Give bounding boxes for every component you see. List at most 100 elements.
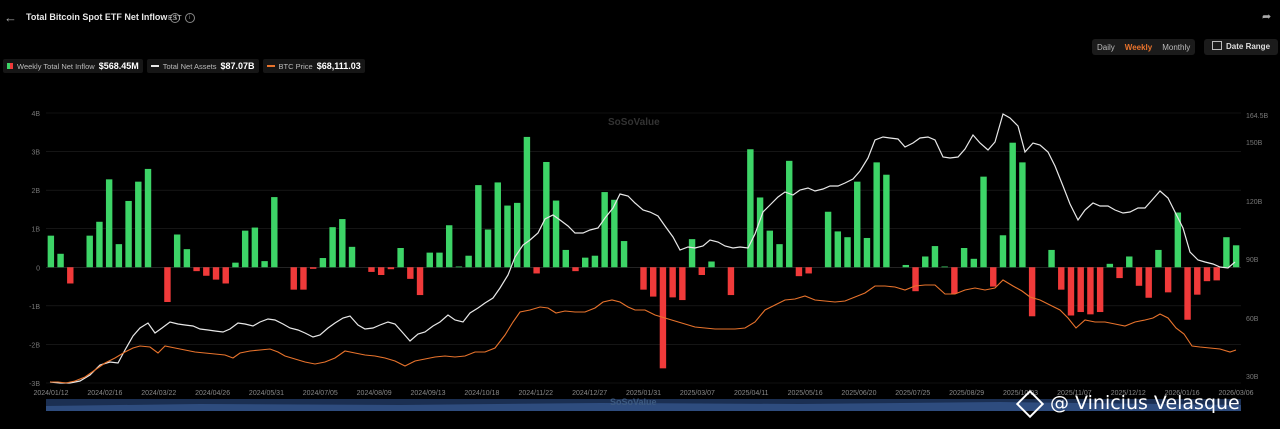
legend-item-assets[interactable]: Total Net Assets $87.07B: [146, 59, 259, 73]
x-tick-label: 2024/09/13: [411, 390, 446, 397]
bar: [300, 267, 307, 290]
bar: [601, 192, 608, 268]
share-icon[interactable]: ➦: [1262, 10, 1271, 23]
y-tick-label: 3B: [31, 150, 40, 157]
y-tick-label: 2B: [31, 188, 40, 195]
bar: [805, 267, 812, 274]
bar: [960, 248, 968, 268]
bar: [212, 267, 220, 280]
bar: [96, 221, 103, 268]
page-title: Total Bitcoin Spot ETF Net Inflow i: [26, 12, 181, 23]
bar: [86, 235, 93, 268]
bar: [67, 267, 74, 284]
bar: [552, 200, 560, 268]
legend-item-inflow[interactable]: Weekly Total Net Inflow $568.45M: [3, 59, 143, 73]
period-daily[interactable]: Daily: [1092, 43, 1120, 52]
bar: [251, 227, 259, 268]
period-monthly[interactable]: Monthly: [1157, 43, 1195, 52]
x-tick-label: 2024/01/12: [33, 390, 68, 397]
bar: [494, 182, 501, 268]
bar: [533, 267, 540, 274]
timezone-label[interactable]: EST i: [168, 13, 195, 23]
bar: [776, 244, 783, 268]
bar: [445, 225, 453, 268]
bar: [1232, 245, 1240, 268]
x-tick-label: 2025/06/20: [841, 390, 876, 397]
legend-item-price[interactable]: BTC Price $68,111.03: [262, 59, 365, 73]
bar: [1135, 267, 1143, 286]
x-tick-label: 2024/03/22: [141, 390, 176, 397]
y-tick-label: 1B: [31, 227, 40, 234]
period-selector: Daily Weekly Monthly: [1092, 39, 1196, 55]
bar: [854, 181, 861, 268]
bar: [1106, 263, 1114, 268]
bar: [951, 267, 958, 294]
header-bar: ← Total Bitcoin Spot ETF Net Inflow i EST…: [0, 0, 1280, 36]
bar: [747, 149, 754, 268]
bar: [164, 267, 171, 302]
bar: [873, 162, 880, 268]
date-range-button[interactable]: Date Range: [1204, 39, 1278, 55]
y-tick-label: 4B: [31, 111, 40, 118]
bar: [1145, 267, 1152, 298]
line-swatch-icon: [150, 65, 159, 67]
inflow-chart: 4B 3B 2B 1B 0 -1B -2B -3B 164.5B 150B 120B 90B 60B 30…: [29, 111, 1269, 411]
bar: [824, 211, 832, 268]
bar: [193, 267, 200, 272]
bar: [970, 258, 978, 268]
bar: [1213, 267, 1220, 281]
back-arrow-icon[interactable]: ←: [4, 10, 17, 25]
bar: [572, 267, 579, 272]
bar: [144, 168, 152, 268]
y-tick-label: -2B: [29, 342, 40, 349]
bar: [708, 261, 715, 268]
bar: [377, 267, 385, 275]
bar: [1028, 267, 1036, 317]
x-tick-label: 2024/07/05: [303, 390, 338, 397]
bar: [1223, 237, 1230, 268]
bar: [368, 267, 375, 272]
bar: [727, 267, 735, 296]
bar: [222, 267, 229, 284]
bar: [1155, 249, 1162, 268]
bar: [523, 136, 531, 268]
bar: [455, 266, 463, 268]
bar: [465, 255, 472, 268]
bar: [416, 267, 424, 296]
period-weekly[interactable]: Weekly: [1120, 43, 1157, 52]
bar: [1203, 267, 1211, 282]
bar: [1194, 267, 1201, 295]
bar: [941, 266, 948, 268]
bar: [484, 229, 492, 268]
bar: [756, 197, 764, 268]
bar: [339, 219, 346, 268]
x-tick-label: 2024/02/16: [87, 390, 122, 397]
bar: [582, 257, 589, 268]
x-tick-label: 2024/12/27: [572, 390, 607, 397]
y-tick-label: -1B: [29, 304, 40, 311]
bar: [591, 255, 599, 268]
bar: [329, 227, 336, 268]
x-tick-label: 2024/04/26: [195, 390, 230, 397]
bar: [863, 237, 871, 268]
bar: [173, 234, 181, 268]
bar: [436, 252, 443, 268]
bar: [1077, 267, 1084, 313]
legend-value: $87.07B: [220, 61, 255, 71]
x-tick-label: 2024/11/22: [519, 390, 554, 397]
bar: [309, 267, 317, 269]
bar: [922, 256, 929, 268]
legend: Weekly Total Net Inflow $568.45M Total Ne…: [3, 59, 365, 73]
x-tick-label: 2025/07/25: [895, 390, 930, 397]
bar: [844, 237, 851, 268]
x-tick-label: 2024/10/18: [464, 390, 499, 397]
legend-label: Weekly Total Net Inflow: [17, 61, 95, 71]
timezone-info-icon[interactable]: i: [184, 13, 195, 23]
bar: [912, 267, 919, 292]
y2-tick-label: 90B: [1246, 257, 1259, 264]
x-tick-label: 2024/08/09: [357, 390, 392, 397]
bar: [766, 230, 774, 268]
bar: [387, 267, 395, 270]
x-tick-label: 2025/05/16: [788, 390, 823, 397]
bar: [688, 239, 696, 268]
